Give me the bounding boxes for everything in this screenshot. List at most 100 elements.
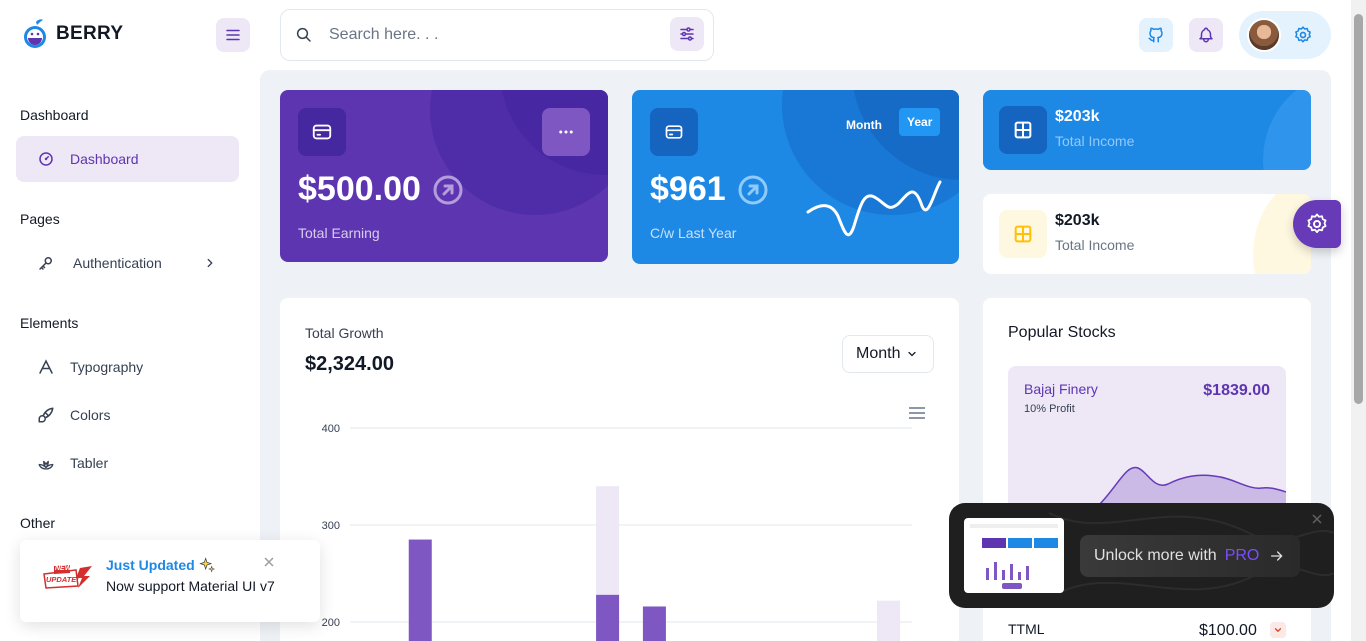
github-icon: [1148, 27, 1163, 43]
sidebar-item-label: Authentication: [73, 255, 162, 271]
stock-row-name: TTML: [1008, 621, 1045, 637]
earning-amount: $500.00: [298, 170, 421, 208]
brand-name: BERRY: [56, 23, 124, 44]
settings-icon: [1295, 26, 1311, 43]
total-growth-card: Total Growth $2,324.00 Month 400 300 200: [280, 298, 959, 641]
sidebar-item-dashboard[interactable]: Dashboard: [16, 136, 239, 182]
customize-settings-button[interactable]: [1293, 200, 1341, 248]
cw-icon-box: [650, 108, 698, 156]
stocks-title: Popular Stocks: [1008, 324, 1116, 341]
earning-label: Total Earning: [298, 225, 380, 241]
stock-row-price: $100.00: [1199, 622, 1257, 639]
credit-card-icon: [312, 124, 332, 140]
sparkline-chart: [806, 180, 942, 237]
table-icon: [1014, 121, 1032, 139]
brush-icon: [36, 405, 56, 425]
pro-upgrade-banner[interactable]: Unlock more with PRO: [949, 503, 1334, 608]
preview-card: [1008, 538, 1032, 548]
chart-bar[interactable]: [408, 539, 432, 641]
close-icon[interactable]: [1312, 514, 1322, 524]
menu-toggle-button[interactable]: [216, 18, 250, 52]
toggle-year-button[interactable]: Year: [899, 108, 941, 136]
arrow-up-right-circle-icon: [433, 175, 463, 204]
dashboard-icon: [36, 149, 56, 169]
chevron-right-icon: [207, 258, 213, 268]
sidebar-item-label: Colors: [70, 407, 111, 423]
sidebar-section-title: Other: [20, 515, 56, 531]
earning-icon-box: [298, 108, 346, 156]
toast-title: Just Updated: [106, 557, 195, 573]
arrow-right-icon: [1271, 551, 1283, 561]
brand-logo[interactable]: BERRY: [22, 18, 123, 50]
last-year-card: Month Year $961 C/w Last Year: [632, 90, 959, 264]
decor-circle: [1263, 90, 1311, 170]
sidebar-item-colors[interactable]: Colors: [16, 392, 239, 438]
total-income-card-secondary: $203k Total Income: [983, 194, 1311, 274]
toggle-month-button[interactable]: Month: [840, 114, 888, 136]
github-button[interactable]: [1139, 18, 1173, 52]
new-update-badge: NEW UPDATE!: [40, 564, 94, 590]
chart-bar[interactable]: [642, 606, 666, 641]
profile-menu-button[interactable]: [1239, 11, 1331, 59]
search-filter-button[interactable]: [670, 17, 704, 51]
more-horizontal-icon: [559, 130, 573, 134]
cw-label: C/w Last Year: [650, 225, 737, 241]
sidebar-item-label: Dashboard: [70, 151, 139, 167]
badge-text: NEW: [55, 565, 72, 572]
income-icon-box: [999, 210, 1047, 258]
stock-profit: 10% Profit: [1024, 403, 1075, 415]
chevron-down-icon: [908, 351, 917, 357]
search-bar: [280, 9, 714, 61]
period-select[interactable]: Month: [842, 335, 934, 373]
sparkles-icon: [198, 557, 215, 573]
unlock-pro-button[interactable]: Unlock more with PRO: [1080, 535, 1300, 577]
close-icon[interactable]: [264, 557, 274, 567]
promo-label: Unlock more with: [1094, 547, 1217, 564]
stock-price: $1839.00: [1203, 382, 1270, 399]
sidebar-item-tabler[interactable]: Tabler: [16, 440, 239, 486]
stock-row-trend: [1270, 622, 1286, 638]
cw-amount: $961: [650, 170, 726, 208]
notifications-button[interactable]: [1189, 18, 1223, 52]
growth-title: Total Growth: [305, 325, 384, 341]
income-label: Total Income: [1055, 133, 1135, 149]
bell-icon: [1199, 27, 1213, 43]
search-input[interactable]: [329, 26, 649, 44]
sidebar-item-label: Typography: [70, 359, 144, 375]
sidebar-section-title: Pages: [20, 211, 60, 227]
y-tick-label: 400: [322, 423, 340, 435]
income-icon-box: [999, 106, 1047, 154]
earning-more-button[interactable]: [542, 108, 590, 156]
table-icon: [1014, 225, 1032, 243]
adjustments-icon: [680, 27, 694, 41]
arrow-up-right-circle-icon: [738, 175, 768, 204]
featured-stock-card[interactable]: Bajaj Finery 10% Profit $1839.00: [1008, 366, 1286, 516]
sidebar-item-label: Tabler: [70, 455, 109, 471]
lotus-icon: [36, 453, 56, 473]
y-tick-label: 300: [322, 520, 340, 532]
stock-name: Bajaj Finery: [1024, 381, 1098, 397]
chart-bar[interactable]: [877, 600, 901, 641]
scrollbar-thumb[interactable]: [1354, 14, 1363, 404]
y-tick-label: 200: [322, 617, 340, 629]
cw-amount-row: $961: [650, 170, 768, 209]
user-avatar: [1247, 18, 1281, 52]
settings-icon: [1307, 213, 1327, 233]
preview-card: [982, 538, 1006, 548]
income-label: Total Income: [1055, 237, 1135, 253]
earning-amount-row: $500.00: [298, 170, 463, 209]
pro-preview-image: [964, 518, 1064, 593]
period-select-value: Month: [856, 345, 901, 362]
sidebar-item-typography[interactable]: Typography: [16, 344, 239, 390]
search-icon: [295, 25, 315, 45]
sidebar-item-authentication[interactable]: Authentication: [16, 240, 239, 286]
menu-icon: [226, 29, 240, 41]
promo-highlight: PRO: [1224, 547, 1260, 564]
preview-logo: [1002, 583, 1022, 589]
growth-amount: $2,324.00: [305, 353, 394, 375]
toast-message: Now support Material UI v7: [106, 578, 275, 594]
page-scrollbar[interactable]: [1351, 0, 1366, 641]
preview-chart: [986, 562, 1029, 580]
toast-title-row: Just Updated: [106, 557, 215, 573]
chart-bar[interactable]: [596, 594, 620, 641]
